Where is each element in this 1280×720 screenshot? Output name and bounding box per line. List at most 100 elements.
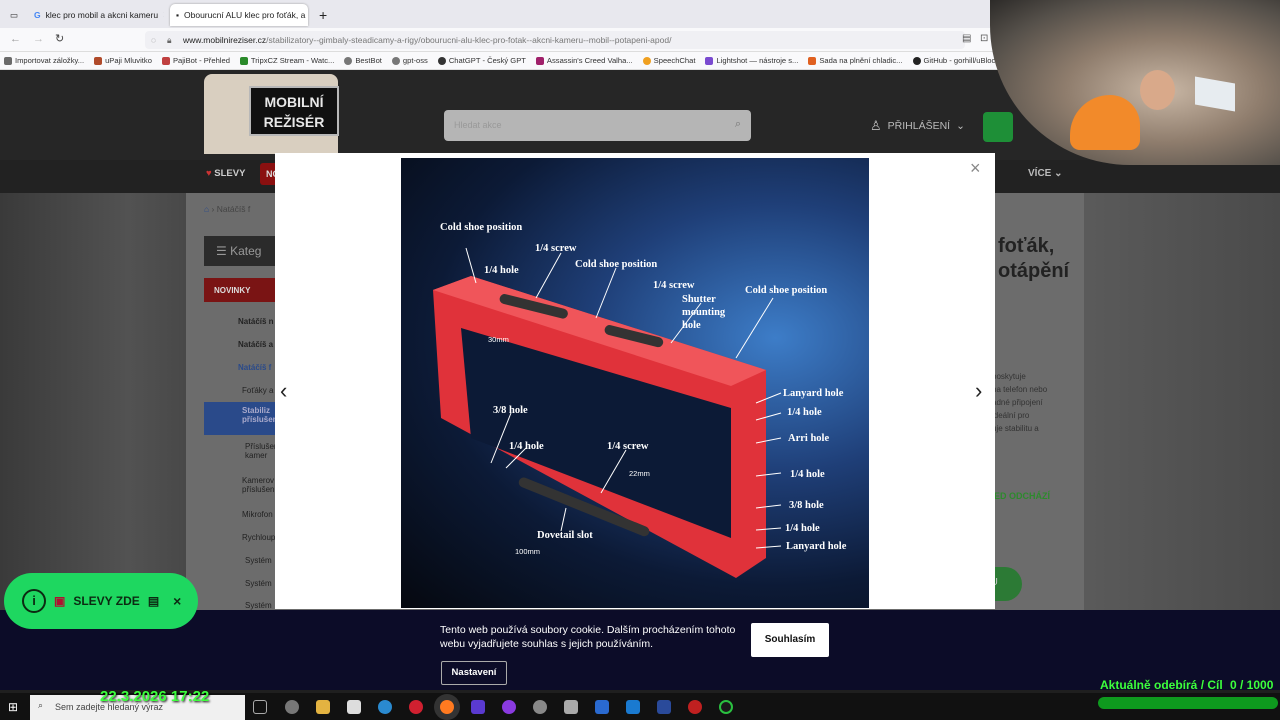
discount-promo-widget[interactable]: i ▣ SLEVY ZDE ▤ × — [4, 573, 198, 629]
bookmark-item[interactable]: BestBot — [344, 56, 388, 65]
app-icon[interactable] — [564, 700, 578, 714]
app-icon[interactable] — [533, 700, 547, 714]
subscriber-goal-bar — [1098, 697, 1278, 709]
label-quarter-hole-5: 1/4 hole — [509, 441, 544, 452]
login-button[interactable]: ♙ PŘIHLÁŠENÍ ⌄ — [870, 118, 965, 134]
bookmark-item[interactable]: Lightshot — nástroje s... — [705, 56, 804, 65]
sidebar-item[interactable]: Natáčíš a — [238, 340, 273, 349]
sidebar-novinky[interactable]: NOVINKY — [204, 278, 284, 302]
edge-icon[interactable] — [378, 700, 392, 714]
info-icon[interactable]: i — [22, 589, 46, 613]
sidebar-item[interactable]: Rychloup — [242, 533, 275, 542]
reload-icon[interactable]: ↻ — [55, 32, 64, 45]
cookie-settings-button[interactable]: Nastavení — [441, 661, 507, 685]
sidebar-item[interactable]: Natáčíš f — [238, 363, 271, 372]
close-lightbox-button[interactable]: × — [970, 158, 981, 179]
label-quarter-hole-4: 1/4 hole — [785, 523, 820, 534]
product-title: foťák, otápění — [998, 235, 1070, 282]
bookmark-item[interactable]: Importovat záložky... — [4, 56, 90, 65]
globe-icon — [344, 56, 353, 65]
nav-vice[interactable]: VÍCE ⌄ — [1028, 168, 1063, 179]
tab-1-label: klec pro mobil a akcni kameru — [45, 10, 159, 20]
bookmark-item[interactable]: Assassin's Creed Valha... — [535, 56, 639, 65]
site-favicon-icon: ▪ — [176, 10, 180, 20]
store-icon[interactable] — [347, 700, 361, 714]
app-icon[interactable] — [626, 700, 640, 714]
dimension-100mm: 100mm — [515, 547, 541, 556]
close-tab-icon[interactable]: × — [163, 10, 164, 21]
file-explorer-icon[interactable] — [316, 700, 330, 714]
sidebar-item[interactable]: Systém — [245, 579, 272, 588]
sidebar-item[interactable]: Systém — [245, 556, 272, 565]
laptop-screen — [1195, 76, 1235, 112]
bookmark-item[interactable]: ChatGPT - Český GPT — [437, 56, 532, 65]
chevron-down-icon: ⌄ — [956, 120, 965, 132]
next-image-button[interactable]: › — [975, 378, 982, 404]
bookmark-icon — [94, 56, 103, 65]
back-icon[interactable]: ← — [10, 33, 21, 45]
tab-overview-button[interactable]: ▭ — [4, 4, 22, 26]
home-icon[interactable]: ⌂ — [204, 204, 209, 214]
bookmark-item[interactable]: SpeechChat — [642, 56, 702, 65]
gift-icon: ▣ — [54, 594, 66, 608]
nav-slevy[interactable]: ♥ SLEVY — [206, 168, 245, 179]
sidebar-item[interactable]: Foťáky a — [242, 386, 273, 395]
lock-icon: 🔒︎ — [167, 35, 172, 45]
app-icon[interactable] — [595, 700, 609, 714]
user-icon: ♙ — [870, 118, 882, 133]
address-bar[interactable]: ◌ 🔒︎ www.mobilnireziser.cz/stabilizatory… — [145, 31, 965, 49]
cookie-agree-button[interactable]: Souhlasím — [751, 623, 829, 657]
app-icon[interactable] — [719, 700, 733, 714]
url-domain: www.mobilnireziser.cz — [183, 35, 267, 45]
windows-start-icon[interactable]: ⊞ — [8, 700, 18, 714]
menu-icon: ☰ — [216, 244, 227, 258]
firefox-icon[interactable] — [440, 700, 454, 714]
url-path: /stabilizatory--gimbaly-steadicamy-a-rig… — [266, 35, 672, 45]
search-icon[interactable]: ⌕ — [735, 118, 741, 131]
bookmark-item[interactable]: gpt-oss — [391, 56, 434, 65]
screenshot-icon[interactable]: ⊡ — [980, 33, 988, 44]
bookmark-item[interactable]: TripxCZ Stream - Watc... — [239, 56, 340, 65]
app-icon[interactable] — [657, 700, 671, 714]
bookmark-icon — [535, 56, 544, 65]
heart-icon: ♥ — [206, 168, 212, 179]
person-shirt — [1070, 95, 1140, 150]
bookmark-item[interactable]: PajiBot - Přehled — [161, 56, 236, 65]
sidebar-item[interactable]: Mikrofon — [242, 510, 273, 519]
cart-button[interactable] — [983, 112, 1013, 142]
globe-icon — [391, 56, 400, 65]
task-view-icon[interactable] — [253, 700, 267, 714]
bookmark-item[interactable]: uPaji Mluvitko — [94, 56, 158, 65]
feather-icon — [705, 56, 714, 65]
reader-view-icon[interactable]: ▤ — [962, 33, 971, 44]
bookmark-icon — [239, 56, 248, 65]
forward-icon[interactable]: → — [33, 33, 44, 45]
app-icon[interactable] — [502, 700, 516, 714]
tab-1[interactable]: G klec pro mobil a akcni kameru × — [28, 4, 164, 26]
label-quarter-hole-1: 1/4 hole — [484, 265, 519, 276]
close-promo-icon[interactable]: × — [173, 593, 181, 609]
bookmark-item[interactable]: Sada na plnění chladic... — [808, 56, 908, 65]
previous-image-button[interactable]: ‹ — [280, 378, 287, 404]
label-cold-shoe-1: Cold shoe position — [440, 222, 523, 233]
shield-icon: ◌ — [151, 35, 157, 45]
app-icon[interactable] — [471, 700, 485, 714]
settings-app-icon[interactable] — [285, 700, 299, 714]
sidebar-item[interactable]: Kamerov příslušen — [242, 476, 276, 494]
app-icon[interactable] — [688, 700, 702, 714]
sidebar-item[interactable]: Natáčíš n — [238, 317, 274, 326]
site-search-input[interactable]: Hledat akce ⌕ — [444, 110, 751, 141]
import-icon — [4, 56, 12, 65]
product-description: poskytuje na telefon nebo adné připojení… — [992, 372, 1048, 433]
sidebar-item[interactable]: Příslušen kamer — [245, 442, 278, 460]
label-arri-hole: Arri hole — [788, 433, 830, 444]
dimension-30mm: 30mm — [488, 335, 509, 344]
opera-icon[interactable] — [409, 700, 423, 714]
label-shutter-hole: Shutter mounting hole — [682, 294, 726, 331]
sidebar-item-selected[interactable]: Stabiliz příslušen — [204, 402, 278, 435]
tab-2[interactable]: ▪ Obourucní ALU klec pro foťák, a × — [170, 4, 308, 26]
sidebar-item[interactable]: Systém — [245, 601, 272, 610]
label-quarter-hole-2: 1/4 hole — [787, 407, 822, 418]
new-tab-button[interactable]: + — [313, 4, 331, 26]
site-logo[interactable]: MOBILNÍ REŽISÉR — [204, 74, 339, 154]
